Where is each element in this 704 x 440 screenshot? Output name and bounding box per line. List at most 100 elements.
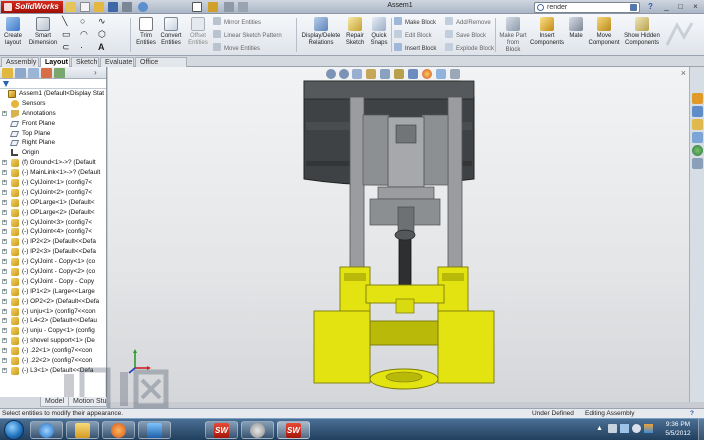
show-hidden-components-button[interactable]: Show Hidden Components [624, 17, 660, 47]
select-icon[interactable] [192, 2, 202, 12]
repair-sketch-button[interactable]: Repair Sketch [344, 17, 366, 47]
tree-item[interactable]: + (f) Ground<1>->? (Default [0, 158, 106, 168]
tab-office-products[interactable]: Office Products [135, 57, 187, 76]
custom-properties-icon[interactable] [692, 158, 703, 169]
tree-item[interactable]: + (-) CylJoint<2> (config7< [0, 188, 106, 198]
design-library-icon[interactable] [692, 106, 703, 117]
tab-sketch[interactable]: Sketch [71, 57, 99, 67]
linear-pattern-button[interactable]: Linear Sketch Pattern [213, 30, 282, 41]
graphics-area[interactable]: × [108, 67, 689, 402]
arc-icon[interactable]: ◠ [80, 29, 88, 39]
convert-entities-button[interactable]: Convert Entities [158, 17, 184, 47]
insert-block-button[interactable]: Insert Block [394, 43, 436, 54]
save-block-button[interactable]: Save Block [445, 30, 486, 41]
feature-tree-icon[interactable] [2, 68, 13, 78]
print-icon[interactable] [122, 2, 132, 12]
file-explorer-icon[interactable] [692, 119, 703, 130]
expand-toggle-icon[interactable]: + [2, 110, 7, 116]
open-icon[interactable] [94, 2, 104, 12]
taskbar-app-media[interactable] [102, 421, 135, 439]
tree-item[interactable]: Front Plane [0, 119, 106, 129]
solidworks-resources-icon[interactable] [692, 93, 703, 104]
tree-item[interactable]: + (-) IP2<2> (Default<<Defa [0, 237, 106, 247]
tree-item[interactable]: + (-) IP2<3> (Default<<Defa [0, 247, 106, 257]
tree-item[interactable]: + (-) CylJoint<1> (config7< [0, 178, 106, 188]
network-icon[interactable] [620, 424, 629, 433]
tree-item[interactable]: + (-) .22<2> (config7<<con [0, 356, 106, 366]
tab-assembly[interactable]: Assembly [1, 57, 39, 67]
maximize-button[interactable]: □ [674, 1, 687, 12]
expand-toggle-icon[interactable]: + [2, 278, 7, 284]
tree-item[interactable]: Origin [0, 148, 106, 158]
tree-item[interactable]: Right Plane [0, 138, 106, 148]
mirror-entities-button[interactable]: Mirror Entities [213, 17, 261, 28]
solidworks-logo[interactable]: SolidWorks [1, 1, 63, 13]
search-input[interactable] [547, 3, 627, 12]
expand-toggle-icon[interactable]: + [2, 219, 7, 225]
tree-item[interactable]: + (-) .22<1> (config7<<con [0, 346, 106, 356]
tree-item[interactable]: + (-) MainLink<1>->? (Default [0, 168, 106, 178]
line-icon[interactable]: ╲ [62, 16, 67, 26]
rebuild-icon[interactable] [208, 2, 218, 12]
spline-icon[interactable]: ∿ [98, 16, 106, 26]
tab-evaluate[interactable]: Evaluate [100, 57, 134, 67]
expand-toggle-icon[interactable]: + [2, 249, 7, 255]
edit-block-button[interactable]: Edit Block [394, 30, 432, 41]
text-icon[interactable]: A [98, 42, 105, 52]
expand-toggle-icon[interactable]: + [2, 180, 7, 186]
close-button[interactable]: × [689, 1, 702, 12]
tab-layout[interactable]: Layout [40, 57, 70, 67]
insert-components-button[interactable]: Insert Components [530, 17, 564, 47]
dimxpert-icon[interactable] [41, 68, 52, 78]
tree-item[interactable]: + (-) OP2<2> (Default<<Defa [0, 297, 106, 307]
tree-item[interactable]: + (-) CylJoint - Copy - Copy [0, 277, 106, 287]
configuration-manager-icon[interactable] [28, 68, 39, 78]
tree-item[interactable]: + (-) OPLarge<1> (Default< [0, 198, 106, 208]
expand-toggle-icon[interactable]: + [2, 229, 7, 235]
expand-toggle-icon[interactable]: + [2, 367, 7, 373]
tree-item[interactable]: + (-) CylJoint<4> (config7< [0, 227, 106, 237]
filter-icon[interactable] [3, 81, 9, 87]
tree-item[interactable]: + (-) CylJoint - Copy<2> (co [0, 267, 106, 277]
tree-item[interactable]: + (-) shovel support<1> (De [0, 336, 106, 346]
tree-item[interactable]: + (-) CylJoint<3> (config7< [0, 218, 106, 228]
tree-item[interactable]: Top Plane [0, 129, 106, 139]
expand-toggle-icon[interactable]: + [2, 338, 7, 344]
search-go-icon[interactable] [630, 4, 637, 11]
tree-item[interactable]: + (-) OPLarge<2> (Default< [0, 208, 106, 218]
make-part-from-block-button[interactable]: Make Part from Block [499, 17, 527, 54]
display-manager-icon[interactable] [54, 68, 65, 78]
taskbar-app-photos[interactable] [241, 421, 274, 439]
tree-item[interactable]: + (-) IP1<2> (Large<<Large [0, 287, 106, 297]
expand-toggle-icon[interactable]: + [2, 199, 7, 205]
circle-icon[interactable]: ○ [80, 16, 85, 26]
appearances-icon[interactable] [692, 145, 703, 156]
expand-toggle-icon[interactable]: + [2, 318, 7, 324]
system-clock[interactable]: 9:36 PM 5/5/2012 [658, 420, 698, 438]
expand-toggle-icon[interactable]: + [2, 160, 7, 166]
panel-expand-icon[interactable]: › [94, 68, 105, 78]
tree-item[interactable]: + (-) unju<1> (config7<<con [0, 307, 106, 317]
display-delete-relations-button[interactable]: Display/Delete Relations [300, 17, 342, 47]
rectangle-icon[interactable]: ▭ [62, 29, 71, 39]
start-button[interactable] [4, 420, 24, 440]
tab-motion-study[interactable]: Motion Study 1 [68, 397, 107, 407]
tree-item[interactable]: Sensors [0, 99, 106, 109]
smart-dimension-button[interactable]: Smart Dimension [28, 17, 58, 47]
flag-icon[interactable] [644, 424, 653, 433]
minimize-button[interactable]: _ [660, 1, 673, 12]
taskbar-app-sw-1[interactable]: SW [205, 421, 238, 439]
expand-toggle-icon[interactable]: + [2, 189, 7, 195]
polygon-icon[interactable]: ⬡ [98, 29, 106, 39]
create-layout-button[interactable]: Create layout [1, 17, 25, 47]
mate-button[interactable]: Mate [566, 17, 586, 40]
expand-toggle-icon[interactable]: + [2, 239, 7, 245]
expand-toggle-icon[interactable]: + [2, 288, 7, 294]
expand-toggle-icon[interactable]: + [2, 209, 7, 215]
tree-item[interactable]: + (-) L4<2> (Default<<Defau [0, 316, 106, 326]
tray-arrow-icon[interactable]: ▲ [596, 424, 605, 433]
taskbar-app-solidworks[interactable] [138, 421, 171, 439]
expand-toggle-icon[interactable]: + [2, 308, 7, 314]
tree-item[interactable]: + Annotations [0, 109, 106, 119]
taskbar-app-explorer[interactable] [66, 421, 99, 439]
